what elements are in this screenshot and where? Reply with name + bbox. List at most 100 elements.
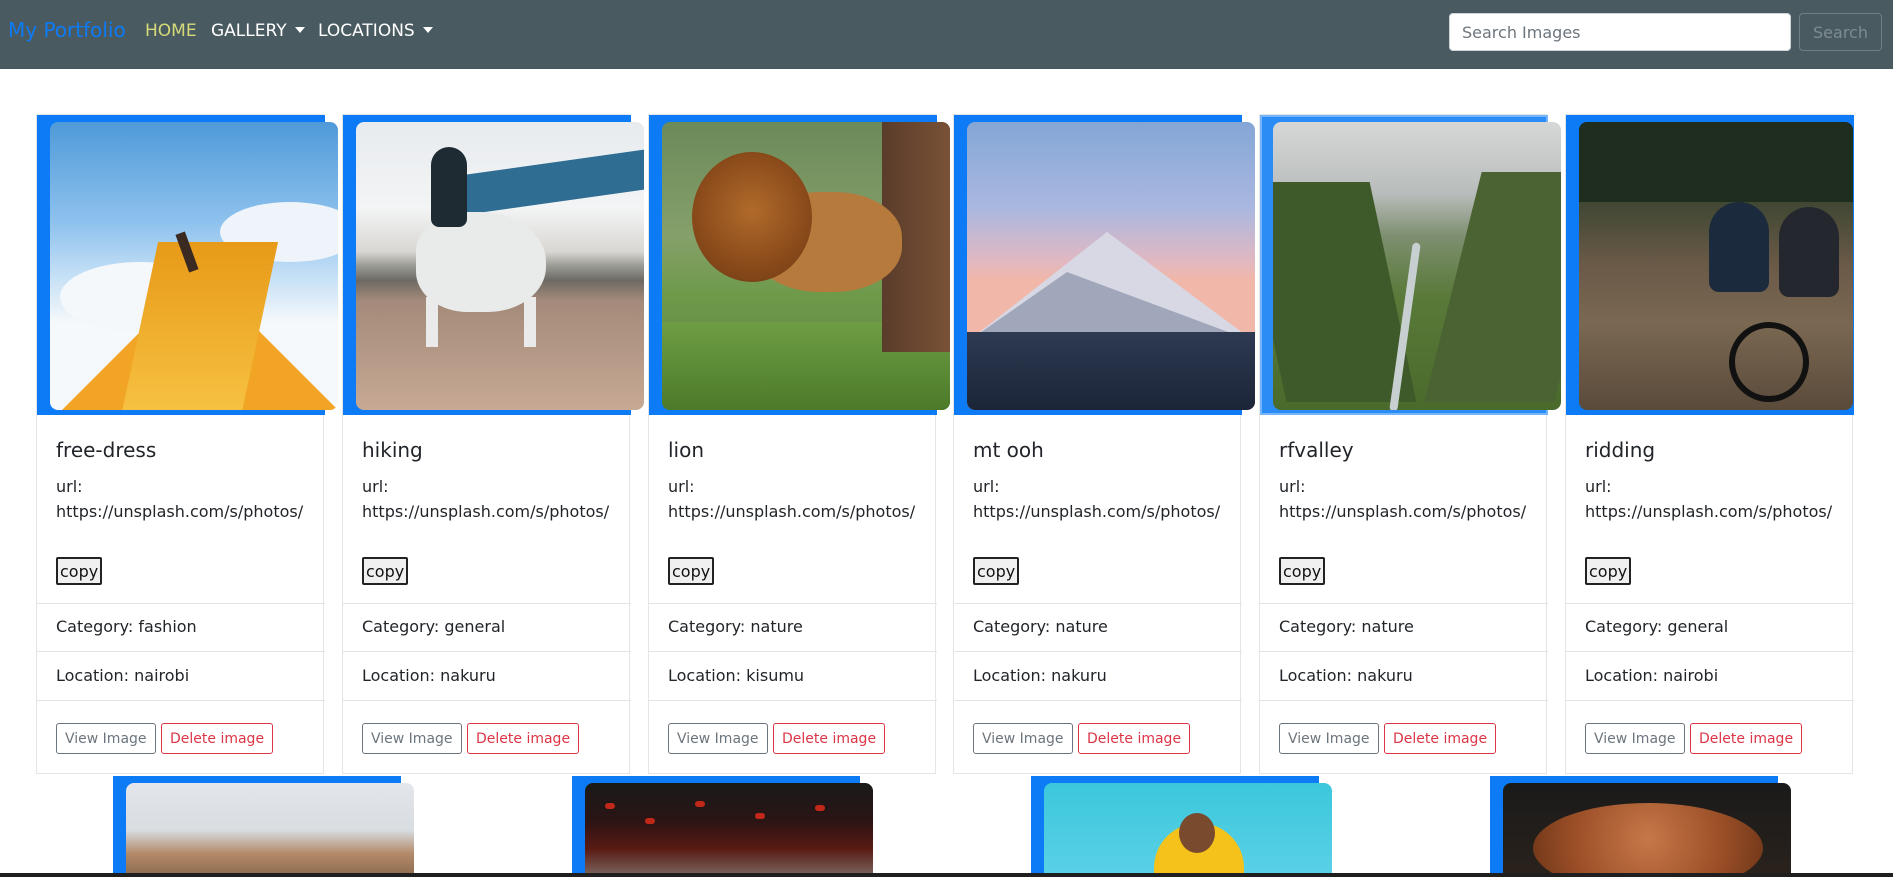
card-image-frame (1566, 115, 1854, 415)
card-title: hiking (362, 438, 423, 462)
bottom-edge (0, 873, 1893, 877)
location-text: Location: nakuru (1279, 666, 1413, 685)
delete-image-button[interactable]: Delete image (1384, 723, 1497, 754)
location-text: Location: nakuru (362, 666, 496, 685)
location-text: Location: kisumu (668, 666, 805, 685)
card-image[interactable] (1579, 122, 1853, 410)
location-text: Location: nairobi (1585, 666, 1719, 685)
location-item: Location: nakuru (1260, 652, 1548, 701)
view-image-button[interactable]: View Image (1585, 723, 1685, 754)
card-title: mt ooh (973, 438, 1044, 462)
card-footer: View Image Delete image (37, 701, 325, 774)
card-url: https://unsplash.com/s/photos/ (362, 502, 610, 521)
delete-image-button[interactable]: Delete image (1078, 723, 1191, 754)
chevron-down-icon (294, 27, 305, 33)
copy-button[interactable]: copy (362, 557, 409, 585)
category-text: Category: general (1585, 617, 1729, 636)
card-title: ridding (1585, 438, 1656, 462)
location-item: Location: nairobi (1566, 652, 1854, 701)
card-footer: View Image Delete image (649, 701, 937, 774)
image-card-partial (113, 776, 414, 877)
search-button[interactable]: Search (1799, 13, 1882, 51)
card-url-label: url: (362, 477, 389, 496)
image-card: rfvalley url: https://unsplash.com/s/pho… (1259, 114, 1561, 774)
image-card: mt ooh url: https://unsplash.com/s/photo… (953, 114, 1255, 774)
card-image[interactable] (585, 783, 873, 877)
image-card-partial (1031, 776, 1332, 877)
card-title: lion (668, 438, 705, 462)
card-url: https://unsplash.com/s/photos/ (1279, 502, 1527, 521)
card-url-label: url: (668, 477, 695, 496)
view-image-button[interactable]: View Image (973, 723, 1073, 754)
card-image-frame (649, 115, 950, 415)
category-item: Category: general (1566, 603, 1854, 652)
view-image-button[interactable]: View Image (56, 723, 156, 754)
nav-gallery-dropdown[interactable]: GALLERY (211, 21, 305, 41)
copy-button[interactable]: copy (973, 557, 1020, 585)
delete-image-button[interactable]: Delete image (161, 723, 274, 754)
nav-gallery-label: GALLERY (211, 21, 287, 41)
image-card: free-dress url: https://unsplash.com/s/p… (36, 114, 338, 774)
card-footer: View Image Delete image (1566, 701, 1854, 774)
card-image-frame (37, 115, 338, 415)
category-item: Category: general (343, 603, 631, 652)
location-item: Location: kisumu (649, 652, 937, 701)
view-image-button[interactable]: View Image (668, 723, 768, 754)
view-image-button[interactable]: View Image (362, 723, 462, 754)
card-image[interactable] (356, 122, 644, 410)
search-input[interactable] (1449, 13, 1791, 51)
location-text: Location: nairobi (56, 666, 190, 685)
card-body: rfvalley url: https://unsplash.com/s/pho… (1260, 415, 1548, 604)
card-image[interactable] (1044, 783, 1332, 877)
copy-button[interactable]: copy (1585, 557, 1632, 585)
card-footer: View Image Delete image (1260, 701, 1548, 774)
card-url: https://unsplash.com/s/photos/ (668, 502, 916, 521)
card-image[interactable] (126, 783, 414, 877)
nav-locations-label: LOCATIONS (318, 21, 415, 41)
card-title: rfvalley (1279, 438, 1354, 462)
category-text: Category: fashion (56, 617, 197, 636)
chevron-down-icon (422, 27, 433, 33)
card-body: free-dress url: https://unsplash.com/s/p… (37, 415, 325, 604)
card-image-frame (1260, 115, 1561, 415)
delete-image-button[interactable]: Delete image (773, 723, 886, 754)
brand-link[interactable]: My Portfolio (8, 18, 126, 42)
image-card: hiking url: https://unsplash.com/s/photo… (342, 114, 644, 774)
card-url-label: url: (1585, 477, 1612, 496)
card-body: ridding url: https://unsplash.com/s/phot… (1566, 415, 1854, 604)
location-text: Location: nakuru (973, 666, 1107, 685)
image-card-partial (572, 776, 873, 877)
card-image[interactable] (1503, 783, 1791, 877)
copy-button[interactable]: copy (668, 557, 715, 585)
image-card-partial (1490, 776, 1791, 877)
image-card: lion url: https://unsplash.com/s/photos/… (648, 114, 950, 774)
copy-button[interactable]: copy (1279, 557, 1326, 585)
card-url: https://unsplash.com/s/photos/ (973, 502, 1221, 521)
card-image-frame (954, 115, 1255, 415)
card-image[interactable] (50, 122, 338, 410)
category-item: Category: nature (649, 603, 937, 652)
category-item: Category: fashion (37, 603, 325, 652)
card-url: https://unsplash.com/s/photos/ (1585, 502, 1833, 521)
card-footer: View Image Delete image (343, 701, 631, 774)
navbar: My Portfolio HOME GALLERY LOCATIONS Sear… (0, 0, 1893, 69)
copy-button[interactable]: copy (56, 557, 103, 585)
card-url: https://unsplash.com/s/photos/ (56, 502, 304, 521)
delete-image-button[interactable]: Delete image (1690, 723, 1803, 754)
card-body: hiking url: https://unsplash.com/s/photo… (343, 415, 631, 604)
location-item: Location: nakuru (954, 652, 1242, 701)
nav-locations-dropdown[interactable]: LOCATIONS (318, 21, 433, 41)
nav-home[interactable]: HOME (145, 21, 197, 41)
card-image[interactable] (967, 122, 1255, 410)
card-image[interactable] (662, 122, 950, 410)
card-image-frame (343, 115, 644, 415)
card-title: free-dress (56, 438, 157, 462)
card-url-label: url: (56, 477, 83, 496)
category-item: Category: nature (954, 603, 1242, 652)
view-image-button[interactable]: View Image (1279, 723, 1379, 754)
category-text: Category: nature (1279, 617, 1414, 636)
card-image[interactable] (1273, 122, 1561, 410)
category-text: Category: nature (973, 617, 1108, 636)
delete-image-button[interactable]: Delete image (467, 723, 580, 754)
card-url-label: url: (973, 477, 1000, 496)
